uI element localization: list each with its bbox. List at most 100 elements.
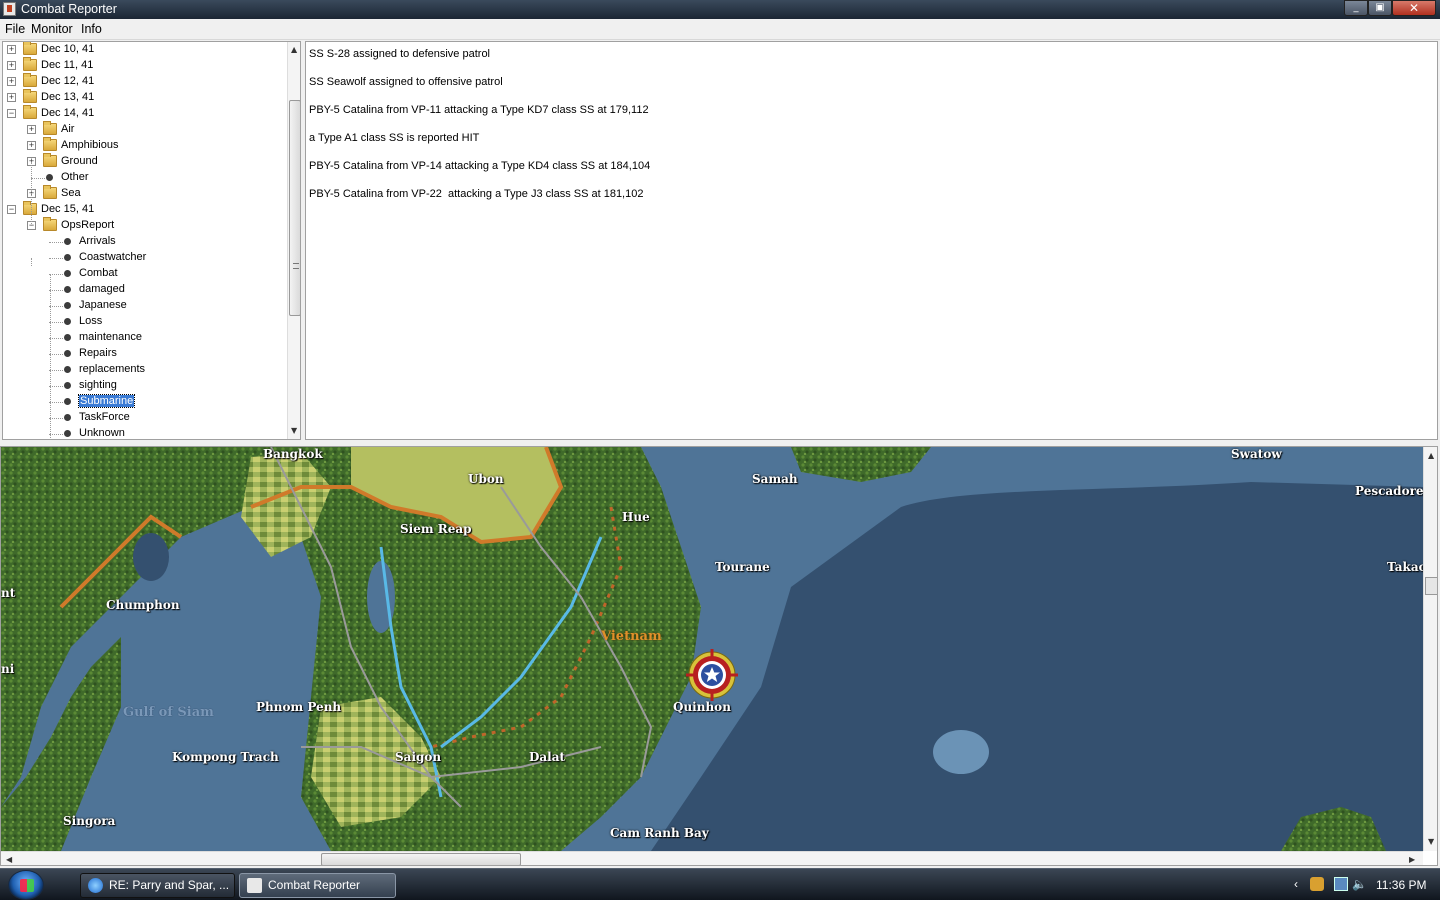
leaf-bullet-icon — [64, 350, 71, 357]
clock[interactable]: 11:36 PM — [1376, 878, 1426, 892]
tree-node[interactable]: Unknown — [3, 426, 283, 439]
tree-node-label[interactable]: maintenance — [79, 331, 142, 343]
tree-node[interactable]: Repairs — [3, 346, 283, 362]
tree-node-label[interactable]: Dec 10, 41 — [41, 43, 94, 55]
tree-node[interactable]: Submarine — [3, 394, 283, 410]
map-vscroll-thumb[interactable] — [1425, 577, 1437, 595]
app-window: Combat Reporter _ ▣ ✕ File Monitor Info … — [0, 0, 1440, 868]
scroll-left-arrow-icon[interactable]: ◀ — [6, 855, 12, 864]
tree-scroll-thumb[interactable] — [289, 100, 300, 316]
tree-node-label[interactable]: Dec 13, 41 — [41, 91, 94, 103]
tree-node[interactable]: + Ground — [3, 153, 283, 170]
tree-node[interactable]: replacements — [3, 362, 283, 378]
collapse-icon[interactable]: − — [7, 109, 16, 118]
report-text-area[interactable]: SS S-28 assigned to defensive patrol SS S… — [305, 41, 1438, 440]
minimize-button[interactable]: _ — [1344, 0, 1368, 16]
tree-node-label[interactable]: TaskForce — [79, 411, 130, 423]
tree-node[interactable]: + Dec 12, 41 — [3, 73, 283, 90]
taskbar-button[interactable]: RE: Parry and Spar, ... — [80, 873, 235, 898]
tree-node-label[interactable]: sighting — [79, 379, 117, 391]
tree-node[interactable]: Combat — [3, 266, 283, 282]
map-vertical-scrollbar[interactable]: ▲ ▼ — [1423, 447, 1437, 851]
start-button[interactable] — [8, 870, 44, 900]
tree-node[interactable]: Loss — [3, 314, 283, 330]
map-view[interactable]: Bangkok Ubon Samah Swatow Pescadores Hue Siem … — [0, 446, 1438, 866]
taskbar-button[interactable]: Combat Reporter — [239, 873, 396, 898]
tree-node[interactable]: maintenance — [3, 330, 283, 346]
tree-node[interactable]: + Amphibious — [3, 137, 283, 154]
shoal — [933, 730, 989, 774]
report-tree[interactable]: + Dec 10, 41 + Dec 11, 41 + Dec 12, 41 + Dec 13… — [2, 41, 301, 440]
expand-icon[interactable]: + — [7, 93, 16, 102]
network-app-icon[interactable] — [1310, 877, 1324, 891]
tree-node[interactable]: − Dec 15, 41 — [3, 201, 283, 218]
scroll-down-arrow-icon[interactable]: ▼ — [291, 426, 297, 435]
tree-scrollbar[interactable]: ▲ ▼ — [287, 42, 300, 439]
menu-monitor[interactable]: Monitor — [31, 22, 73, 36]
expand-icon[interactable]: + — [27, 125, 36, 134]
tree-node[interactable]: Arrivals — [3, 234, 283, 250]
tree-node-label[interactable]: Combat — [79, 267, 118, 279]
tree-node-label[interactable]: Dec 15, 41 — [41, 203, 94, 215]
tree-node-label[interactable]: damaged — [79, 283, 125, 295]
expand-icon[interactable]: + — [7, 77, 16, 86]
tree-node[interactable]: + Air — [3, 121, 283, 138]
tree-node-label[interactable]: Other — [61, 171, 89, 183]
tree-node[interactable]: + Dec 10, 41 — [3, 42, 283, 58]
tree-node[interactable]: − OpsReport — [3, 217, 283, 234]
tree-node-label[interactable]: Amphibious — [61, 139, 118, 151]
tree-node-label[interactable]: Dec 11, 41 — [41, 59, 93, 71]
tree-node[interactable]: Japanese — [3, 298, 283, 314]
map-label-city: Swatow — [1231, 447, 1282, 461]
tree-node-label[interactable]: Unknown — [79, 427, 125, 439]
title-bar[interactable]: Combat Reporter _ ▣ ✕ — [0, 0, 1440, 19]
tree-node-label[interactable]: Japanese — [79, 299, 127, 311]
tree-node[interactable]: + Dec 11, 41 — [3, 57, 283, 74]
folder-icon — [43, 185, 57, 199]
maximize-button[interactable]: ▣ — [1368, 0, 1392, 16]
tree-node-label[interactable]: Submarine — [77, 394, 136, 408]
close-button[interactable]: ✕ — [1392, 0, 1436, 16]
tree-node[interactable]: + Dec 13, 41 — [3, 89, 283, 106]
tree-node-label[interactable]: Sea — [61, 187, 81, 199]
expand-icon[interactable]: + — [27, 141, 36, 150]
tree-node[interactable]: sighting — [3, 378, 283, 394]
tree-node[interactable]: Other — [3, 170, 283, 186]
tree-node-label[interactable]: Dec 14, 41 — [41, 107, 94, 119]
map-label-city: Dalat — [529, 750, 566, 764]
folder-icon — [23, 105, 37, 119]
scroll-down-arrow-icon[interactable]: ▼ — [1428, 837, 1434, 846]
volume-icon[interactable]: 🔈 — [1352, 877, 1367, 891]
chevron-left-icon[interactable]: ‹ — [1294, 877, 1308, 891]
tree-node[interactable]: + Sea — [3, 185, 283, 202]
report-line: a Type A1 class SS is reported HIT — [309, 132, 480, 144]
menu-bar: File Monitor Info — [0, 19, 1440, 40]
expand-icon[interactable]: + — [7, 45, 16, 54]
collapse-icon[interactable]: − — [7, 205, 16, 214]
map-horizontal-scrollbar[interactable]: ◀ ▶ — [1, 851, 1423, 865]
scroll-right-arrow-icon[interactable]: ▶ — [1409, 855, 1415, 864]
tree-node[interactable]: Coastwatcher — [3, 250, 283, 266]
tree-node[interactable]: TaskForce — [3, 410, 283, 426]
map-canvas[interactable] — [1, 447, 1423, 851]
scroll-up-arrow-icon[interactable]: ▲ — [1428, 451, 1434, 460]
tree-node-label[interactable]: Coastwatcher — [79, 251, 146, 263]
tree-node[interactable]: damaged — [3, 282, 283, 298]
tree-node-label[interactable]: replacements — [79, 363, 145, 375]
tree-node-label[interactable]: Arrivals — [79, 235, 116, 247]
tree-node-label[interactable]: Loss — [79, 315, 102, 327]
network-icon[interactable] — [1334, 877, 1348, 891]
tree-node-label[interactable]: Dec 12, 41 — [41, 75, 94, 87]
expand-icon[interactable]: + — [7, 61, 16, 70]
report-line: SS Seawolf assigned to offensive patrol — [309, 76, 503, 88]
tree-node-label[interactable]: Ground — [61, 155, 98, 167]
tree-node-label[interactable]: Air — [61, 123, 74, 135]
map-hscroll-thumb[interactable] — [321, 853, 521, 865]
menu-info[interactable]: Info — [81, 22, 102, 36]
windows-logo-icon — [20, 879, 34, 892]
tree-node-label[interactable]: Repairs — [79, 347, 117, 359]
tree-node-label[interactable]: OpsReport — [61, 219, 114, 231]
tree-node[interactable]: − Dec 14, 41 — [3, 105, 283, 122]
menu-file[interactable]: File — [5, 22, 25, 36]
scroll-up-arrow-icon[interactable]: ▲ — [291, 45, 297, 54]
